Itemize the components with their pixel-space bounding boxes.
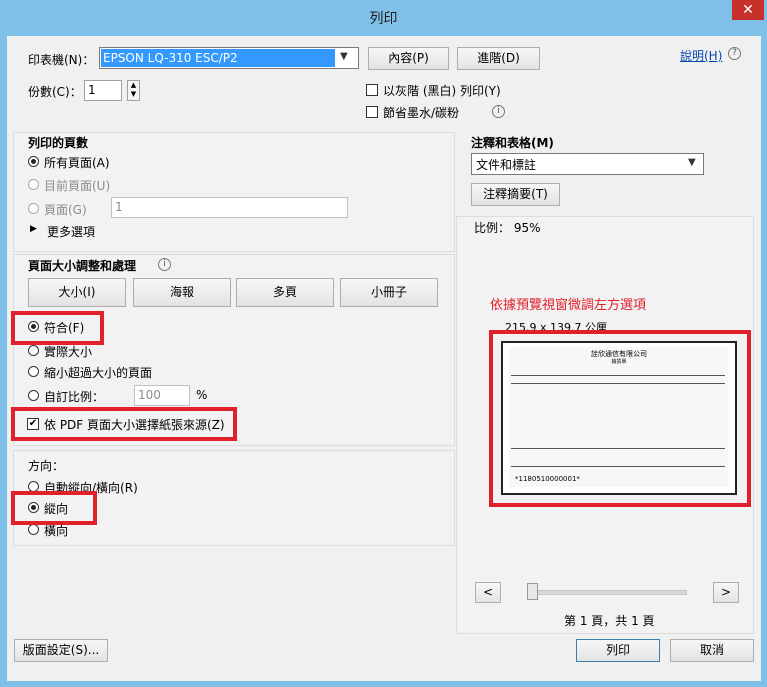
copies-input[interactable]: 1 xyxy=(84,80,122,101)
printer-label: 印表機(N)： xyxy=(28,53,95,67)
all-pages-label: 所有頁面(A) xyxy=(44,156,110,170)
custom-scale-label: 自訂比例： xyxy=(44,390,105,404)
percent-label: % xyxy=(196,388,208,402)
page-info: 第 1 頁，共 1 頁 xyxy=(564,614,655,628)
chevron-down-icon: ▼ xyxy=(688,157,696,168)
actual-size-radio[interactable] xyxy=(28,345,39,356)
shrink-radio[interactable] xyxy=(28,366,39,377)
printer-select[interactable]: EPSON LQ-310 ESC/P2 ▼ xyxy=(99,47,359,69)
page-sizing-title: 頁面大小調整和處理 xyxy=(28,259,137,273)
doc-rule xyxy=(511,375,725,376)
copies-stepper[interactable]: ▲ ▼ xyxy=(127,80,140,101)
comments-title: 注釋和表格(M) xyxy=(471,136,554,150)
grayscale-checkbox[interactable] xyxy=(366,84,378,96)
dialog-body: 印表機(N)： EPSON LQ-310 ESC/P2 ▼ 內容(P) 進階(D… xyxy=(7,36,761,681)
tab-size[interactable]: 大小(I) xyxy=(28,278,126,307)
fit-highlight xyxy=(11,311,104,345)
comments-select[interactable]: 文件和標註 ▼ xyxy=(471,153,704,175)
window-title: 列印 xyxy=(369,11,398,27)
shrink-label: 縮小超過大小的頁面 xyxy=(44,366,153,380)
pages-radio[interactable] xyxy=(28,203,39,214)
more-options-link[interactable]: 更多選項 xyxy=(47,223,95,240)
comments-select-value: 文件和標註 xyxy=(476,158,537,172)
pages-range-input[interactable]: 1 xyxy=(111,197,348,218)
paper-source-highlight xyxy=(11,407,237,441)
cancel-button[interactable]: 取消 xyxy=(670,639,754,662)
printer-select-value: EPSON LQ-310 ESC/P2 xyxy=(101,49,335,67)
save-ink-info-icon[interactable]: i xyxy=(492,105,505,118)
pages-to-print-title: 列印的頁數 xyxy=(28,136,89,150)
prev-page-button[interactable]: < xyxy=(475,582,501,603)
doc-rule xyxy=(511,466,725,467)
page-setup-button[interactable]: 版面設定(S)... xyxy=(14,639,108,662)
actual-size-label: 實際大小 xyxy=(44,345,93,359)
chevron-down-icon: ▼ xyxy=(340,51,348,62)
doc-barcode: *1180510000001* xyxy=(515,475,580,483)
doc-rule xyxy=(511,383,725,384)
orientation-title: 方向： xyxy=(28,459,65,473)
tab-poster[interactable]: 海報 xyxy=(133,278,231,307)
tab-booklet[interactable]: 小冊子 xyxy=(340,278,438,307)
help-link[interactable]: 說明(H) xyxy=(680,47,722,64)
tab-multiple[interactable]: 多頁 xyxy=(236,278,334,307)
annotation-text: 依據預覽視窗微調左方選項 xyxy=(490,298,647,313)
preview-page: 詮欣通信有限公司 銷貨單 *1180510000001* xyxy=(501,341,737,495)
help-info-icon[interactable]: ? xyxy=(728,47,741,60)
doc-rule xyxy=(511,448,725,449)
save-ink-checkbox[interactable] xyxy=(366,106,378,118)
save-ink-label: 節省墨水/碳粉 xyxy=(383,106,460,120)
grayscale-label: 以灰階 (黑白) 列印(Y) xyxy=(383,84,501,98)
pages-label: 頁面(G) xyxy=(44,203,87,217)
page-slider-track[interactable] xyxy=(527,590,687,595)
advanced-button[interactable]: 進階(D) xyxy=(457,47,540,70)
close-button[interactable]: ✕ xyxy=(732,0,764,20)
comments-summary-button[interactable]: 注釋摘要(T) xyxy=(471,183,560,206)
scale-label: 比例： 95% xyxy=(474,221,541,235)
doc-subtitle: 銷貨單 xyxy=(611,359,627,365)
page-slider-thumb[interactable] xyxy=(527,583,538,600)
sizing-info-icon[interactable]: i xyxy=(158,258,171,271)
preview-document: 詮欣通信有限公司 銷貨單 *1180510000001* xyxy=(509,347,729,487)
next-page-button[interactable]: > xyxy=(713,582,739,603)
expand-arrow-icon[interactable]: ▶ xyxy=(30,224,37,234)
properties-button[interactable]: 內容(P) xyxy=(368,47,449,70)
current-page-radio[interactable] xyxy=(28,179,39,190)
custom-scale-radio[interactable] xyxy=(28,390,39,401)
print-button[interactable]: 列印 xyxy=(576,639,660,662)
portrait-highlight xyxy=(11,491,97,525)
copies-label: 份數(C)： xyxy=(28,85,82,99)
custom-scale-input[interactable]: 100 xyxy=(134,385,190,406)
landscape-radio[interactable] xyxy=(28,524,39,535)
current-page-label: 目前頁面(U) xyxy=(44,179,111,193)
all-pages-radio[interactable] xyxy=(28,156,39,167)
